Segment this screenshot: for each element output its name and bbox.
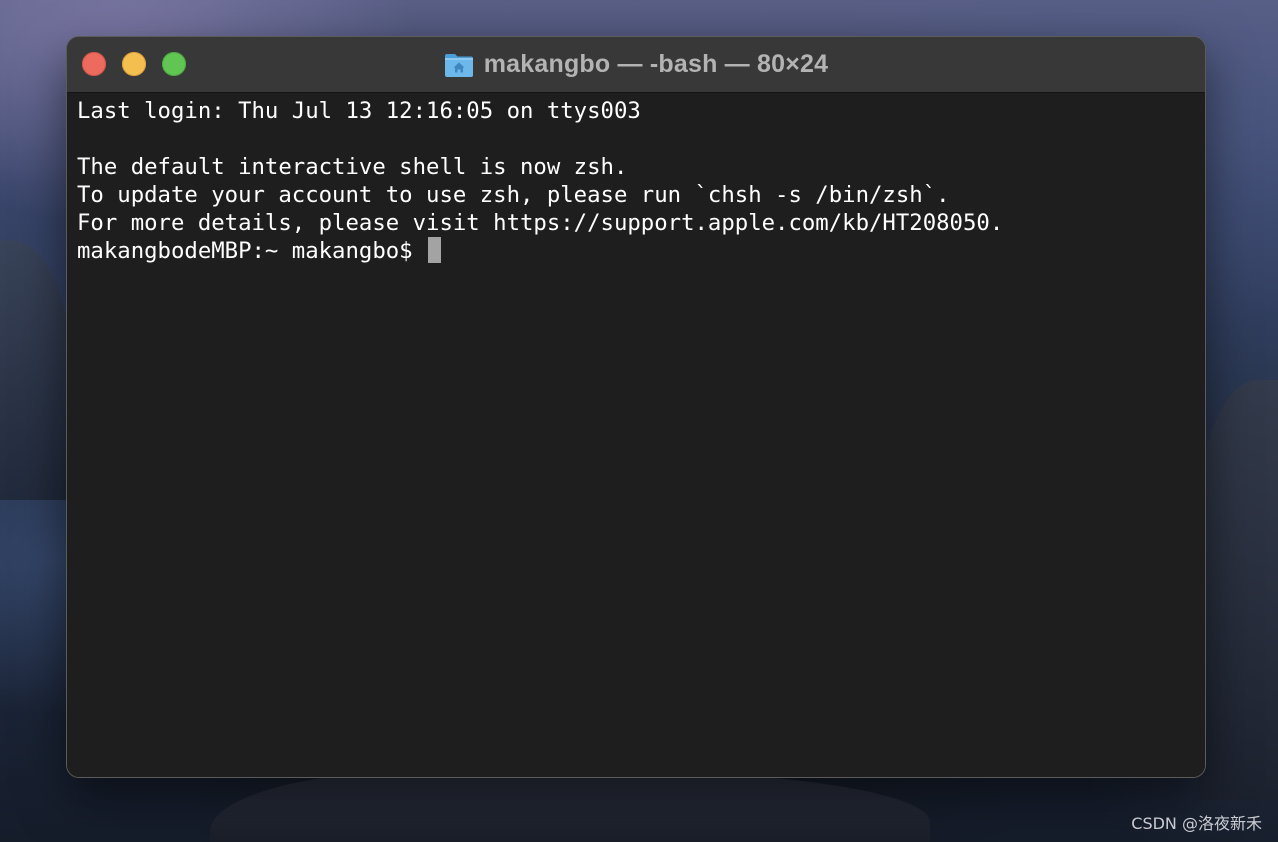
terminal-output[interactable]: Last login: Thu Jul 13 12:16:05 on ttys0… xyxy=(67,93,1205,777)
watermark: CSDN @洛夜新禾 xyxy=(1131,814,1262,833)
text-cursor xyxy=(428,237,442,263)
window-title: makangbo — -bash — 80×24 xyxy=(483,50,829,78)
wallpaper-rock-right xyxy=(1198,380,1278,800)
home-folder-icon xyxy=(444,52,474,78)
prompt-line[interactable]: makangbodeMBP:~ makangbo$ xyxy=(77,237,1205,265)
terminal-window[interactable]: makangbo — -bash — 80×24 Last login: Thu… xyxy=(67,37,1205,777)
terminal-line: Last login: Thu Jul 13 12:16:05 on ttys0… xyxy=(77,98,641,124)
terminal-line: For more details, please visit https://s… xyxy=(77,210,1004,236)
terminal-line: To update your account to use zsh, pleas… xyxy=(77,182,950,208)
terminal-line: The default interactive shell is now zsh… xyxy=(77,154,628,180)
title-bar[interactable]: makangbo — -bash — 80×24 xyxy=(67,37,1205,93)
shell-prompt: makangbodeMBP:~ makangbo$ xyxy=(77,238,427,264)
window-title-group: makangbo — -bash — 80×24 xyxy=(67,37,1205,92)
